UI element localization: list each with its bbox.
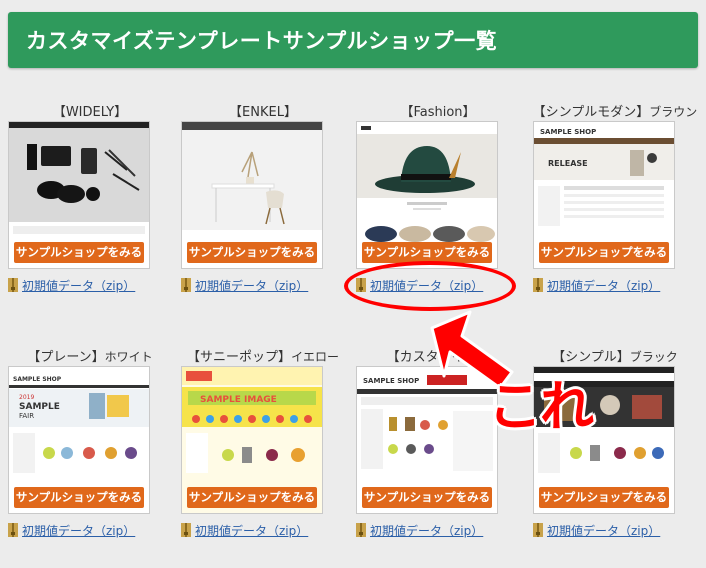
thumb-logo: SAMPLE SHOP: [13, 376, 62, 383]
zip-archive-icon: [533, 523, 543, 537]
download-initial-data-link[interactable]: 初期値データ（zip）: [533, 522, 660, 539]
zip-archive-icon: [8, 278, 18, 292]
page-header: カスタマイズテンプレートサンプルショップ一覧: [8, 12, 698, 68]
thumb-logo: SAMPLE SHOP: [540, 128, 596, 136]
thumb-release: RELEASE: [548, 159, 588, 168]
download-initial-data-link[interactable]: 初期値データ（zip）: [533, 277, 660, 294]
highlight-oval: [344, 261, 516, 311]
shop-thumbnail[interactable]: サンプルショップをみる: [181, 121, 323, 269]
zip-archive-icon: [533, 278, 543, 292]
view-sample-shop-button[interactable]: サンプルショップをみる: [14, 487, 144, 508]
download-initial-data-link[interactable]: 初期値データ（zip）: [8, 277, 135, 294]
card-title: 【Fashion】: [400, 105, 476, 120]
shop-thumbnail[interactable]: サンプルショップをみる: [8, 121, 150, 269]
card-title: 【WIDELY】: [52, 105, 128, 120]
view-sample-shop-button[interactable]: サンプルショップをみる: [187, 242, 317, 263]
shop-thumbnail[interactable]: SAMPLE IMAGE サンプルショップをみる: [181, 366, 323, 514]
view-sample-shop-button[interactable]: サンプルショップをみる: [362, 487, 492, 508]
view-sample-shop-button[interactable]: サンプルショップをみる: [14, 242, 144, 263]
view-sample-shop-button[interactable]: サンプルショップをみる: [362, 242, 492, 263]
annotation-label: これ: [488, 375, 594, 438]
page-title: カスタマイズテンプレートサンプルショップ一覧: [26, 29, 498, 53]
view-sample-shop-button[interactable]: サンプルショップをみる: [539, 487, 669, 508]
download-initial-data-link[interactable]: 初期値データ（zip）: [181, 277, 308, 294]
view-sample-shop-button[interactable]: サンプルショップをみる: [539, 242, 669, 263]
view-sample-shop-button[interactable]: サンプルショップをみる: [187, 487, 317, 508]
shop-thumbnail[interactable]: SAMPLE SHOP RELEASE サンプルショップをみる: [533, 121, 675, 269]
card-title: 【シンプルモダン】ブラウン: [532, 105, 698, 120]
shop-thumbnail[interactable]: SAMPLE SHOP サンプルショップをみる: [356, 366, 498, 514]
card-title: 【サニーポップ】イエロー: [187, 350, 339, 365]
download-initial-data-link[interactable]: 初期値データ（zip）: [8, 522, 135, 539]
download-initial-data-link[interactable]: 初期値データ（zip）: [356, 522, 483, 539]
zip-archive-icon: [181, 523, 191, 537]
shop-thumbnail[interactable]: サンプルショップをみる: [356, 121, 498, 269]
card-title: 【ENKEL】: [229, 105, 297, 120]
zip-archive-icon: [8, 523, 18, 537]
download-initial-data-link[interactable]: 初期値データ（zip）: [181, 522, 308, 539]
card-title: 【プレーン】ホワイト: [27, 350, 153, 365]
thumb-fair: FAIR: [19, 412, 34, 420]
shop-thumbnail[interactable]: SAMPLE SHOP 2019 SAMPLE FAIR サンプルショップをみる: [8, 366, 150, 514]
thumb-logo: SAMPLE SHOP: [363, 377, 419, 385]
zip-archive-icon: [181, 278, 191, 292]
zip-archive-icon: [356, 523, 366, 537]
thumb-sample-image: SAMPLE IMAGE: [200, 395, 277, 405]
thumb-year: 2019: [19, 394, 34, 401]
thumb-sample: SAMPLE: [19, 402, 60, 412]
